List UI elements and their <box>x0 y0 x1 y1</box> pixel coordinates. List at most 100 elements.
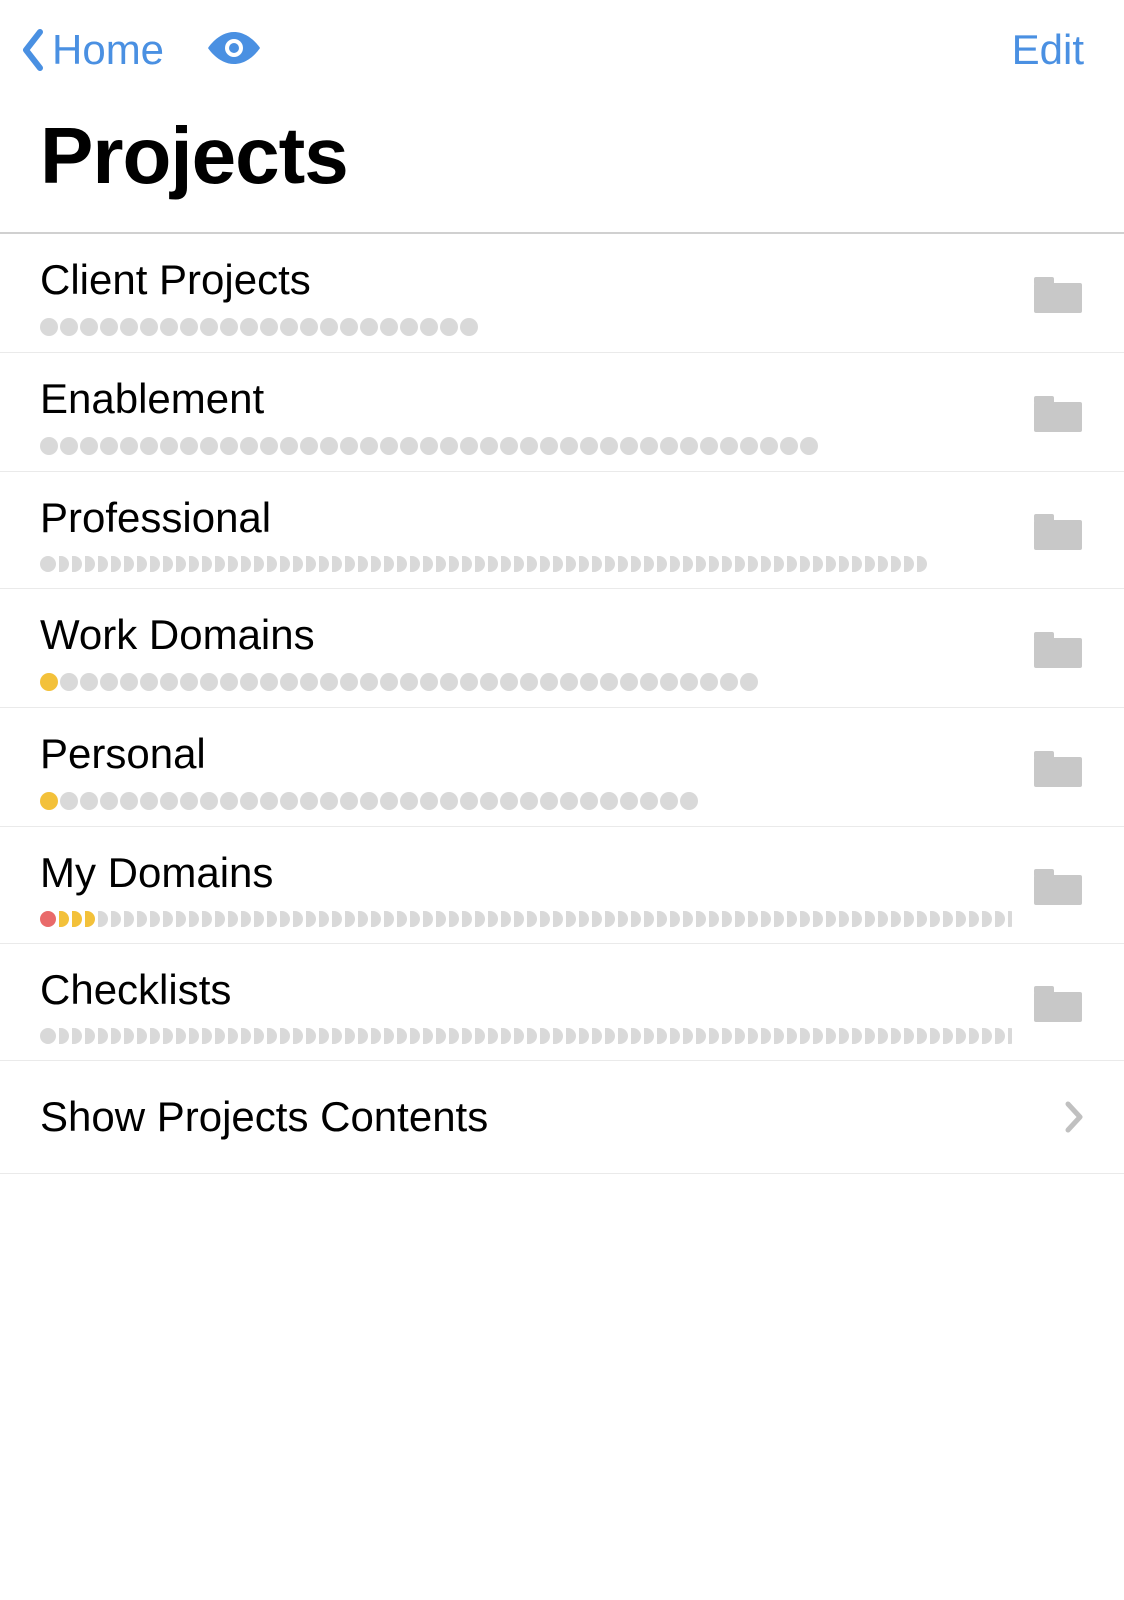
status-marker <box>631 1028 641 1044</box>
status-marker <box>98 556 108 572</box>
status-marker <box>644 1028 654 1044</box>
status-marker <box>826 1028 836 1044</box>
status-marker <box>371 1028 381 1044</box>
status-marker <box>220 437 238 455</box>
project-title: Enablement <box>40 375 1012 423</box>
status-marker <box>592 1028 602 1044</box>
edit-label: Edit <box>1012 26 1084 73</box>
show-contents-row[interactable]: Show Projects Contents <box>0 1061 1124 1174</box>
status-marker <box>215 556 225 572</box>
status-marker <box>40 318 58 336</box>
status-marker <box>202 1028 212 1044</box>
status-marker <box>60 792 78 810</box>
project-row[interactable]: Professional <box>0 472 1124 589</box>
status-marker <box>774 556 784 572</box>
status-marker <box>80 318 98 336</box>
status-dots <box>40 318 1012 336</box>
status-marker <box>80 437 98 455</box>
status-marker <box>839 911 849 927</box>
status-marker <box>943 911 953 927</box>
status-marker <box>332 556 342 572</box>
project-row[interactable]: Client Projects <box>0 234 1124 353</box>
status-marker <box>579 911 589 927</box>
status-marker <box>410 1028 420 1044</box>
status-marker <box>300 437 318 455</box>
project-left: Professional <box>40 494 1012 572</box>
status-marker <box>260 437 278 455</box>
status-marker <box>683 556 693 572</box>
back-button[interactable]: Home <box>20 26 164 74</box>
status-marker <box>397 1028 407 1044</box>
status-marker <box>340 318 358 336</box>
status-marker <box>657 911 667 927</box>
status-marker <box>540 673 558 691</box>
status-marker <box>683 911 693 927</box>
status-marker <box>480 437 498 455</box>
status-marker <box>98 911 108 927</box>
project-left: Client Projects <box>40 256 1012 336</box>
status-marker <box>917 911 927 927</box>
status-marker <box>475 556 485 572</box>
status-marker <box>124 556 134 572</box>
status-marker <box>748 911 758 927</box>
status-marker <box>120 792 138 810</box>
status-marker <box>150 1028 160 1044</box>
status-marker <box>600 673 618 691</box>
status-marker <box>189 556 199 572</box>
status-dots <box>40 556 1012 572</box>
status-marker <box>176 911 186 927</box>
status-marker <box>345 911 355 927</box>
folder-icon <box>1012 747 1084 794</box>
status-marker <box>540 437 558 455</box>
status-marker <box>720 673 738 691</box>
status-marker <box>878 556 888 572</box>
status-marker <box>160 318 178 336</box>
status-marker <box>813 911 823 927</box>
status-marker <box>680 673 698 691</box>
status-marker <box>720 437 738 455</box>
status-marker <box>280 1028 290 1044</box>
status-marker <box>332 1028 342 1044</box>
status-marker <box>722 1028 732 1044</box>
status-marker <box>449 556 459 572</box>
status-marker <box>420 792 438 810</box>
status-marker <box>680 792 698 810</box>
status-marker <box>839 1028 849 1044</box>
project-title: Client Projects <box>40 256 1012 304</box>
status-marker <box>460 318 478 336</box>
status-marker <box>358 556 368 572</box>
project-row[interactable]: Checklists <box>0 944 1124 1061</box>
status-marker <box>400 673 418 691</box>
edit-button[interactable]: Edit <box>1012 26 1084 74</box>
project-row[interactable]: Personal <box>0 708 1124 827</box>
project-left: Enablement <box>40 375 1012 455</box>
folder-icon <box>1012 628 1084 675</box>
projects-list: Client Projects Enablement Professional Wor… <box>0 234 1124 1061</box>
project-row[interactable]: Work Domains <box>0 589 1124 708</box>
status-marker <box>85 556 95 572</box>
status-marker <box>865 556 875 572</box>
status-marker <box>640 673 658 691</box>
project-left: Work Domains <box>40 611 1012 691</box>
status-marker <box>700 437 718 455</box>
status-marker <box>420 437 438 455</box>
status-marker <box>618 911 628 927</box>
eye-button[interactable] <box>204 28 264 73</box>
status-marker <box>891 556 901 572</box>
status-marker <box>527 556 537 572</box>
status-marker <box>420 318 438 336</box>
status-marker <box>740 673 758 691</box>
status-marker <box>592 556 602 572</box>
status-marker <box>260 673 278 691</box>
status-marker <box>358 1028 368 1044</box>
status-marker <box>904 556 914 572</box>
status-marker <box>826 556 836 572</box>
status-marker <box>553 911 563 927</box>
status-marker <box>956 911 966 927</box>
project-row[interactable]: Enablement <box>0 353 1124 472</box>
status-marker <box>580 673 598 691</box>
project-row[interactable]: My Domains <box>0 827 1124 944</box>
status-marker <box>748 556 758 572</box>
status-marker <box>904 1028 914 1044</box>
status-marker <box>600 792 618 810</box>
